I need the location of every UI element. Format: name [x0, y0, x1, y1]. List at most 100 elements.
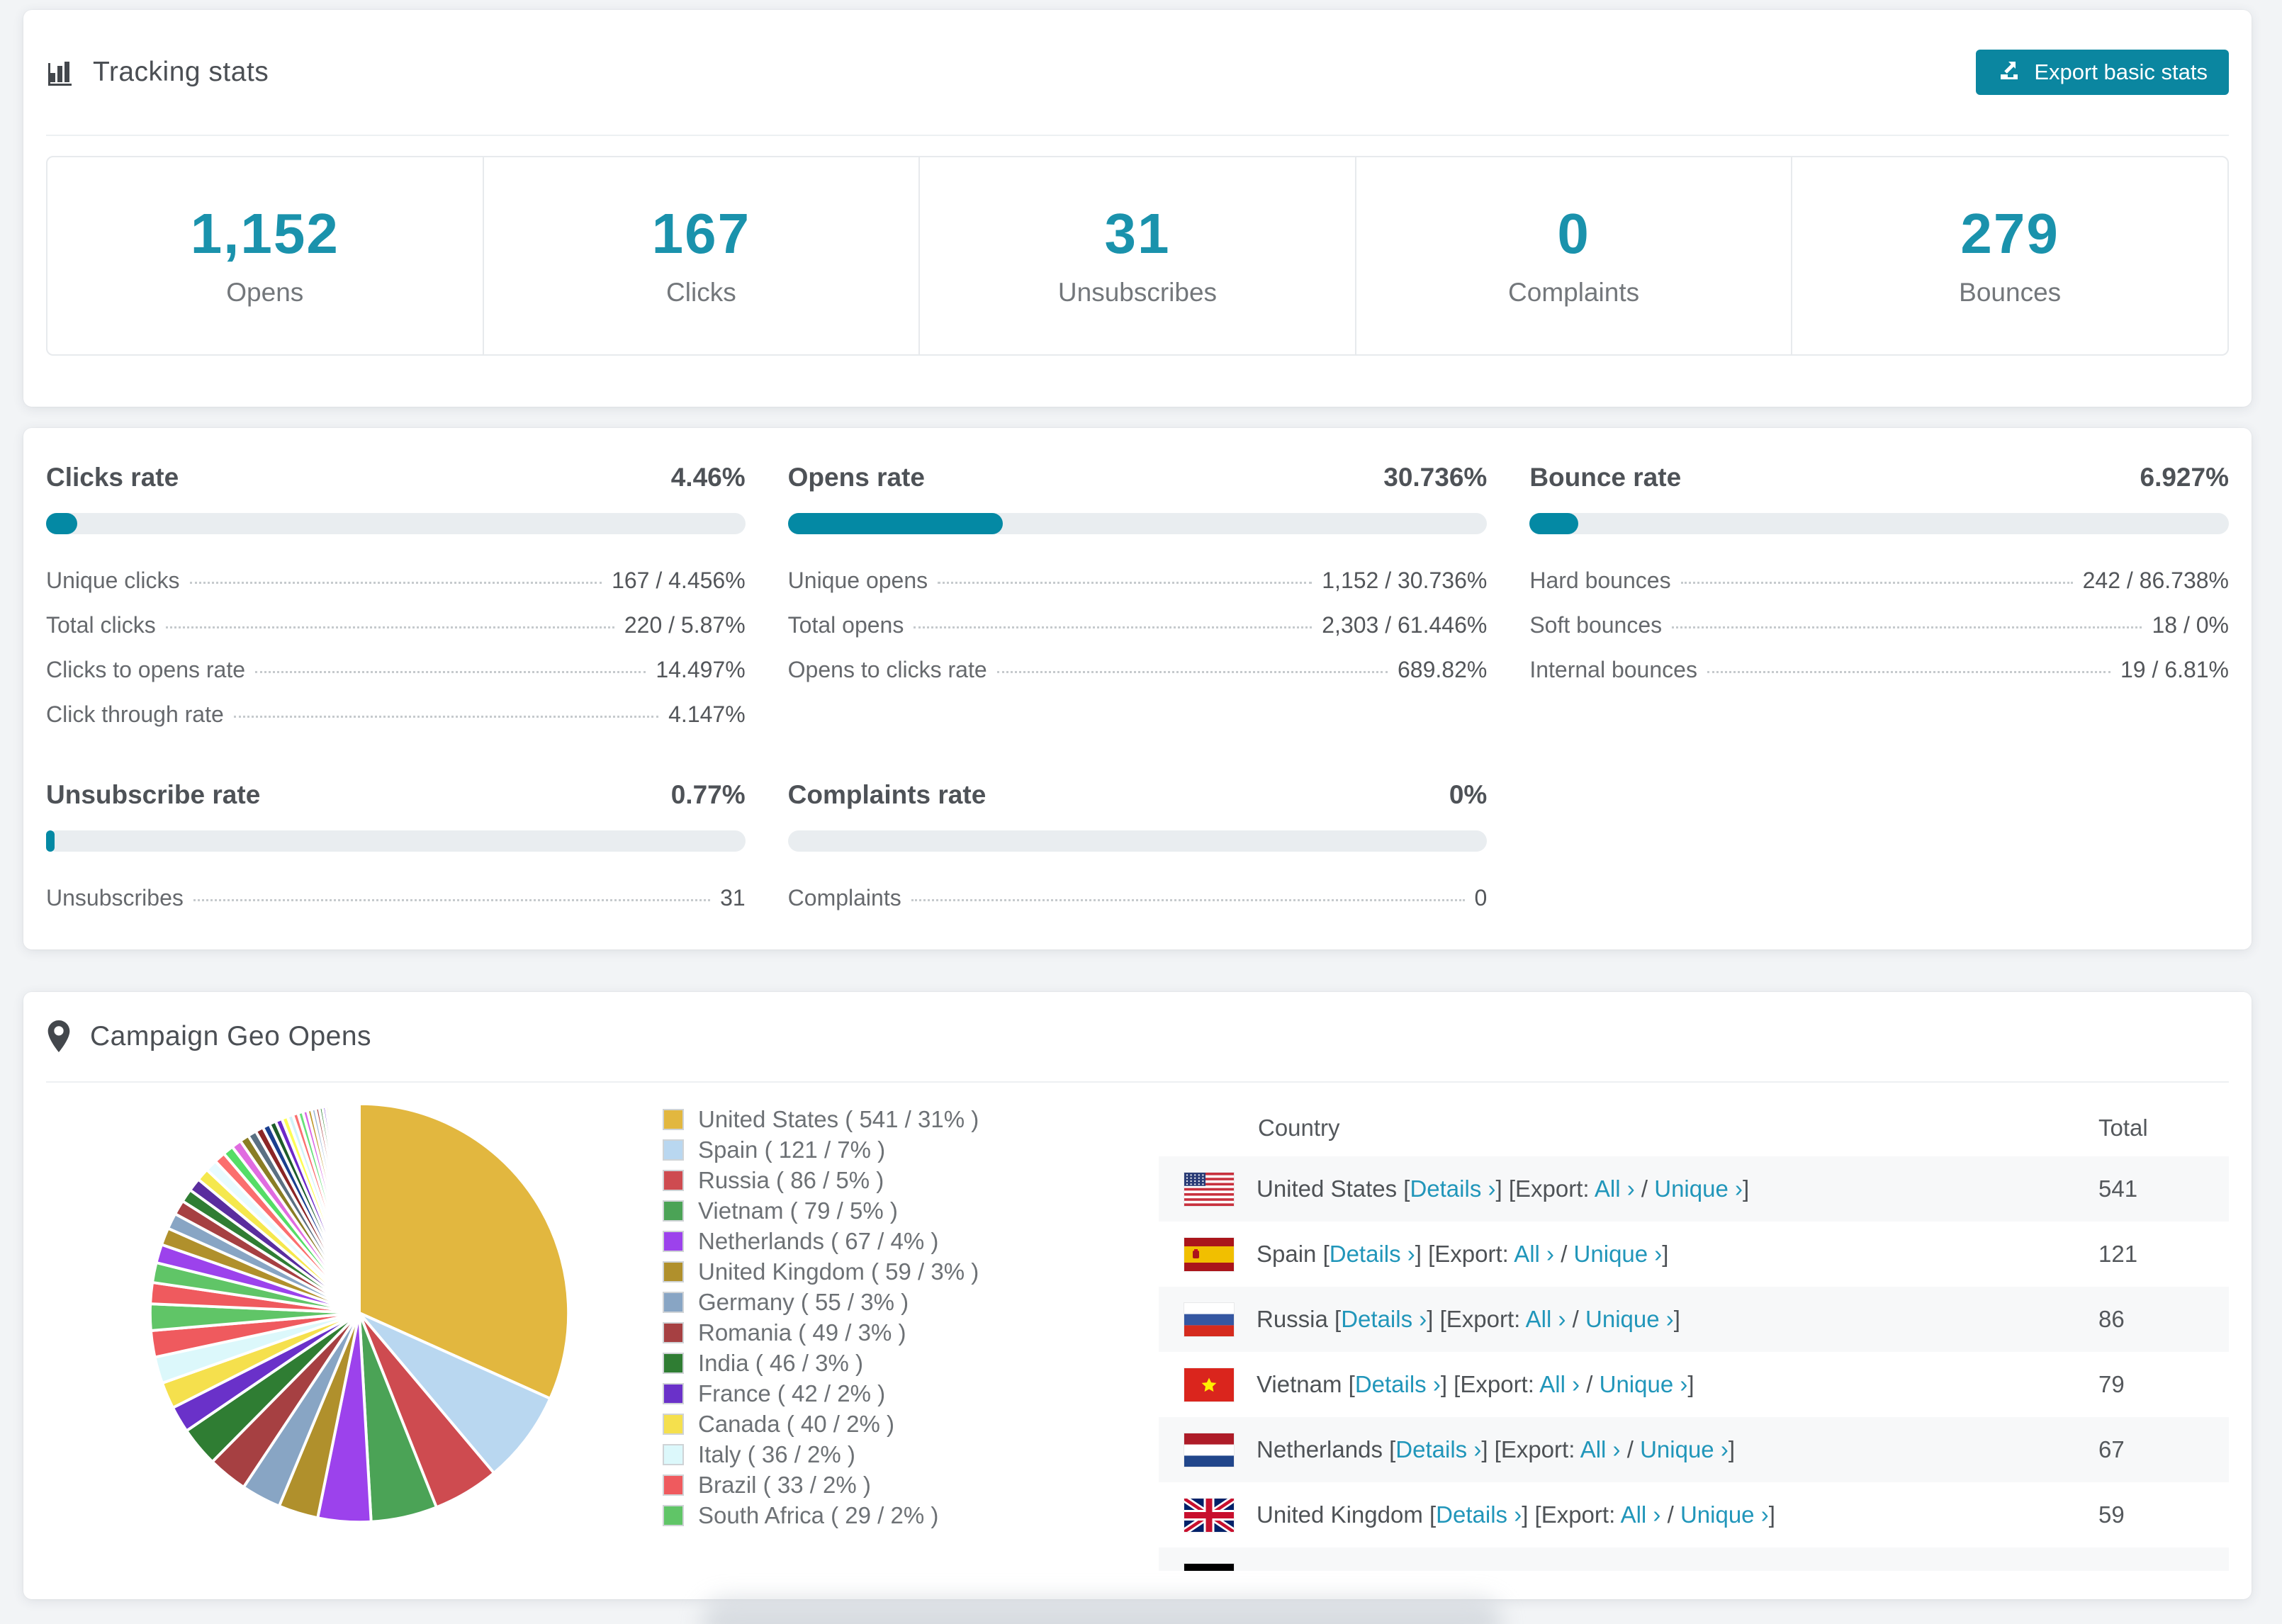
stat-value: 167 — [651, 202, 751, 265]
column-total: Total — [2098, 1115, 2148, 1141]
bottom-scroll-shadow — [702, 1598, 1502, 1624]
rate-detail-value: 0 — [1474, 885, 1488, 910]
legend-item[interactable]: India ( 46 / 3% ) — [663, 1348, 979, 1378]
stat-label: Clicks — [666, 278, 736, 307]
rates-grid: Clicks rate 4.46% Unique clicks 167 / 4.45… — [46, 461, 2229, 920]
rate-detail-label: Unique clicks — [46, 568, 180, 593]
rate-detail-row: Clicks to opens rate 14.497% — [46, 648, 746, 692]
rate-detail-value: 19 / 6.81% — [2120, 657, 2229, 682]
bracket: ] [Export: — [1415, 1241, 1514, 1267]
rate-title: Bounce rate — [1529, 463, 1682, 492]
country-cell: United States [Details ›] [Export: All ›… — [1257, 1175, 1749, 1202]
table-row: United Kingdom [Details ›] [Export: All … — [1159, 1482, 2229, 1547]
bracket: [ — [1334, 1306, 1342, 1332]
tracking-stats-card: Tracking stats Export basic stats 1,152 … — [23, 10, 2252, 407]
legend-swatch — [663, 1382, 684, 1404]
stat-label: Bounces — [1959, 278, 2062, 307]
rate-detail-label: Soft bounces — [1529, 612, 1663, 638]
legend-label: Spain ( 121 / 7% ) — [698, 1136, 886, 1163]
rate-detail-value: 31 — [720, 885, 746, 910]
rate-block: Unsubscribe rate 0.77% Unsubscribes 31 — [46, 778, 746, 920]
legend-item[interactable]: Vietnam ( 79 / 5% ) — [663, 1195, 979, 1226]
rate-detail-label: Clicks to opens rate — [46, 657, 246, 682]
legend-item[interactable]: Brazil ( 33 / 2% ) — [663, 1470, 979, 1500]
legend-label: India ( 46 / 3% ) — [698, 1349, 863, 1376]
bracket: ] — [1742, 1175, 1750, 1202]
bracket: ] — [1699, 1567, 1705, 1571]
export-basic-stats-button[interactable]: Export basic stats — [1976, 50, 2229, 95]
details-link[interactable]: Details › — [1341, 1306, 1427, 1332]
legend-label: Netherlands ( 67 / 4% ) — [698, 1227, 939, 1254]
legend-item[interactable]: Netherlands ( 67 / 4% ) — [663, 1226, 979, 1256]
rate-title: Unsubscribe rate — [46, 780, 261, 809]
flag-icon-es — [1184, 1237, 1234, 1271]
bracket: ] — [1687, 1371, 1694, 1397]
bracket: ] [Export: — [1495, 1175, 1595, 1202]
export-all-link[interactable]: All › — [1526, 1306, 1566, 1332]
export-unique-link[interactable]: Unique › — [1654, 1175, 1743, 1202]
legend-label: Germany ( 55 / 3% ) — [698, 1288, 909, 1315]
column-country: Country — [1258, 1115, 1340, 1141]
legend-swatch — [663, 1321, 684, 1343]
campaign-geo-opens-card: Campaign Geo Opens United States ( 541 /… — [23, 992, 2252, 1599]
bracket: ] [Export: — [1427, 1306, 1526, 1332]
export-all-link[interactable]: All › — [1539, 1371, 1580, 1397]
bracket: ] [Export: — [1481, 1436, 1580, 1462]
legend-item[interactable]: Italy ( 36 / 2% ) — [663, 1439, 979, 1470]
rate-detail-value: 2,303 / 61.446% — [1322, 612, 1488, 638]
rate-title: Opens rate — [787, 463, 925, 492]
rate-progress-fill — [787, 513, 1003, 534]
dotted-leader — [189, 582, 602, 584]
bracket: [ — [1322, 1241, 1330, 1267]
export-all-link[interactable]: All › — [1514, 1241, 1554, 1267]
export-unique-link[interactable]: Unique › — [1585, 1306, 1674, 1332]
legend-swatch — [663, 1352, 684, 1374]
dotted-leader — [1680, 582, 2073, 584]
export-unique-link[interactable]: Unique › — [1574, 1241, 1663, 1267]
country-cell: Spain [Details ›] [Export: All › / Uniqu… — [1257, 1241, 1668, 1268]
details-link[interactable]: Details › — [1355, 1371, 1441, 1397]
flag-icon-nl — [1184, 1433, 1234, 1467]
export-all-link[interactable]: All › — [1550, 1567, 1590, 1571]
stats-row: 1,152 Opens 167 Clicks 31 Unsubscribes 0 Co… — [46, 156, 2229, 356]
legend-item[interactable]: Russia ( 86 / 5% ) — [663, 1165, 979, 1195]
dotted-leader — [911, 899, 1465, 901]
details-link[interactable]: Details › — [1366, 1567, 1451, 1571]
export-unique-link[interactable]: Unique › — [1640, 1436, 1729, 1462]
details-link[interactable]: Details › — [1395, 1436, 1481, 1462]
export-all-link[interactable]: All › — [1580, 1436, 1621, 1462]
dotted-leader — [255, 671, 646, 673]
rate-detail-label: Internal bounces — [1529, 657, 1697, 682]
legend-item[interactable]: Germany ( 55 / 3% ) — [663, 1287, 979, 1317]
export-all-link[interactable]: All › — [1621, 1501, 1661, 1528]
export-all-link[interactable]: All › — [1595, 1175, 1635, 1202]
stat-label: Unsubscribes — [1057, 278, 1218, 307]
legend-item[interactable]: United Kingdom ( 59 / 3% ) — [663, 1256, 979, 1287]
rate-detail-row: Hard bounces 242 / 86.738% — [1529, 558, 2229, 603]
legend-label: United Kingdom ( 59 / 3% ) — [698, 1258, 979, 1285]
details-link[interactable]: Details › — [1410, 1175, 1495, 1202]
details-link[interactable]: Details › — [1330, 1241, 1415, 1267]
export-unique-link[interactable]: Unique › — [1680, 1501, 1769, 1528]
legend-label: France ( 42 / 2% ) — [698, 1380, 886, 1406]
rate-block: Complaints rate 0% Complaints 0 — [787, 778, 1488, 920]
rate-progress-fill — [46, 830, 55, 852]
bracket: ] — [1662, 1241, 1669, 1267]
tracking-stats-header: Tracking stats Export basic stats — [46, 10, 2229, 136]
geo-legend: United States ( 541 / 31% ) Spain ( 121 /… — [663, 1104, 979, 1530]
export-unique-link[interactable]: Unique › — [1600, 1371, 1688, 1397]
legend-item[interactable]: United States ( 541 / 31% ) — [663, 1104, 979, 1134]
details-link[interactable]: Details › — [1436, 1501, 1522, 1528]
legend-item[interactable]: France ( 42 / 2% ) — [663, 1378, 979, 1409]
legend-swatch — [663, 1139, 684, 1161]
country-name: Vietnam — [1257, 1371, 1349, 1397]
legend-item[interactable]: Spain ( 121 / 7% ) — [663, 1134, 979, 1165]
legend-item[interactable]: Romania ( 49 / 3% ) — [663, 1317, 979, 1348]
legend-item[interactable]: Canada ( 40 / 2% ) — [663, 1409, 979, 1439]
export-unique-link[interactable]: Unique › — [1610, 1567, 1699, 1571]
bar-chart-icon — [46, 57, 76, 87]
legend-item[interactable]: South Africa ( 29 / 2% ) — [663, 1500, 979, 1530]
bracket: ] — [1728, 1436, 1735, 1462]
export-icon — [1997, 57, 2021, 87]
page-title: Tracking stats — [93, 57, 269, 87]
